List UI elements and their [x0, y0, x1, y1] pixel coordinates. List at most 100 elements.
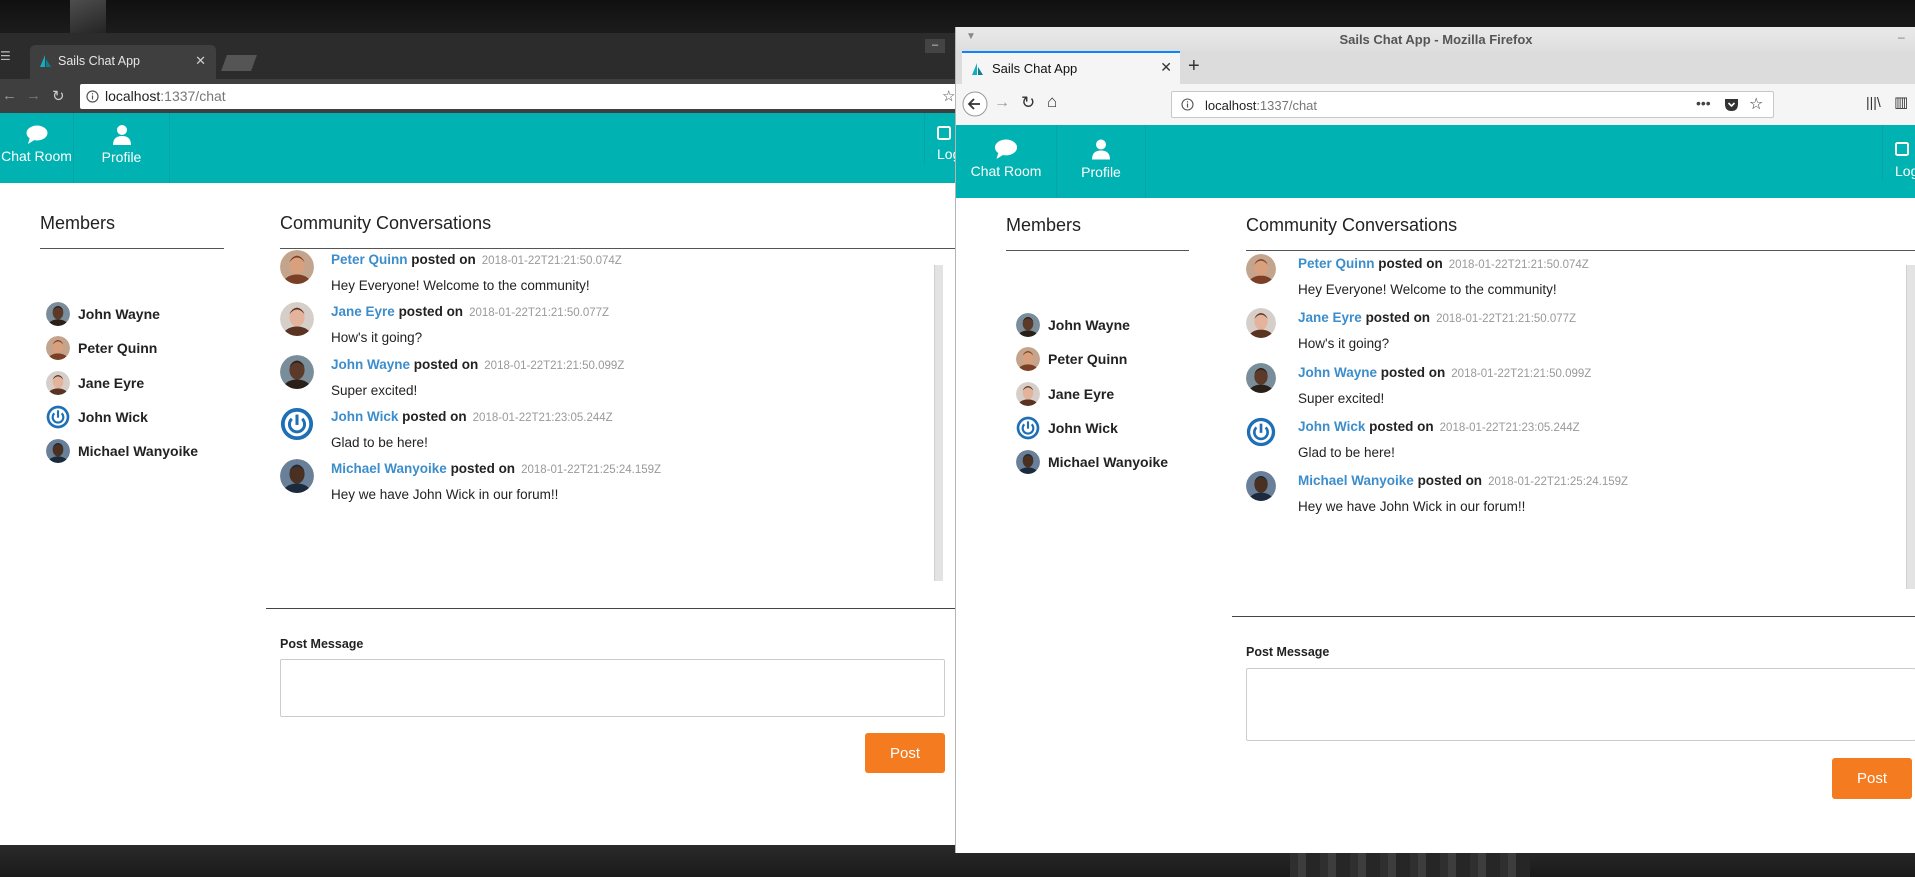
message-author-link[interactable]: Peter Quinn: [331, 252, 408, 267]
minimize-icon[interactable]: –: [925, 39, 945, 53]
message-author-link[interactable]: Peter Quinn: [1298, 256, 1375, 271]
member-item[interactable]: Jane Eyre: [1016, 381, 1115, 406]
michael-wanyoike-avatar: [280, 459, 314, 494]
post-message-input[interactable]: [280, 659, 945, 717]
minimize-icon[interactable]: –: [1898, 30, 1905, 44]
firefox-window: ▼ Sails Chat App - Mozilla Firefox – Sai…: [955, 27, 1915, 853]
message-avatar: [1246, 362, 1276, 398]
page-actions-icon[interactable]: •••: [1696, 95, 1711, 111]
back-arrow-icon[interactable]: [962, 91, 988, 117]
member-name: Peter Quinn: [78, 340, 158, 357]
chrome-tab-title: Sails Chat App: [58, 54, 140, 68]
post-button[interactable]: Post: [1832, 758, 1912, 799]
message-author-link[interactable]: John Wayne: [1298, 365, 1377, 380]
posted-on-label: posted on: [1365, 310, 1431, 326]
message-timestamp: 2018-01-22T21:21:50.099Z: [484, 359, 625, 372]
member-item[interactable]: John Wick: [46, 405, 148, 429]
firefox-tab-title: Sails Chat App: [992, 61, 1078, 76]
conversations-title: Community Conversations: [1246, 215, 1458, 235]
john-wayne-avatar: [46, 302, 70, 326]
message-author-link[interactable]: John Wick: [1298, 419, 1365, 434]
logout-icon: [937, 126, 951, 140]
nav-profile[interactable]: Profile: [1057, 125, 1146, 198]
message-author-link[interactable]: John Wayne: [331, 357, 410, 372]
message-author-link[interactable]: Jane Eyre: [331, 304, 395, 319]
member-name: Jane Eyre: [78, 374, 145, 391]
message-author-link[interactable]: Michael Wanyoike: [1298, 473, 1414, 488]
jane-eyre-avatar: [1246, 308, 1276, 339]
chrome-menu-icon[interactable]: ☰: [0, 49, 11, 63]
john-wayne-avatar: [280, 354, 314, 389]
member-item[interactable]: Peter Quinn: [1016, 347, 1127, 372]
messages-scrollbar[interactable]: [934, 265, 943, 581]
message-header: John Wayne posted on 2018-01-22T21:21:50.…: [1298, 365, 1591, 380]
back-arrow-icon[interactable]: ←: [2, 87, 17, 104]
message-avatar: [280, 407, 314, 446]
nav-logout[interactable]: Log: [1882, 125, 1915, 181]
message-timestamp: 2018-01-22T21:21:50.099Z: [1451, 367, 1592, 380]
messages-bottom-divider: [266, 608, 955, 609]
jane-eyre-avatar: [1016, 381, 1040, 406]
message-text: Glad to be here!: [331, 434, 428, 450]
jane-eyre-avatar: [46, 370, 70, 395]
nav-profile[interactable]: Profile: [74, 113, 170, 183]
posted-on-label: posted on: [1378, 256, 1443, 271]
message-author-link[interactable]: Michael Wanyoike: [331, 461, 447, 476]
member-item[interactable]: Michael Wanyoike: [46, 439, 199, 464]
post-message-input[interactable]: [1246, 668, 1915, 741]
member-name: John Wick: [1048, 419, 1118, 436]
bookmark-star-icon[interactable]: ☆: [942, 87, 955, 105]
nav-chat-room[interactable]: Chat Room: [956, 125, 1057, 198]
bookmark-star-icon[interactable]: ☆: [1749, 94, 1763, 114]
member-name: John Wayne: [78, 306, 160, 322]
close-icon[interactable]: ✕: [195, 53, 206, 69]
message-author-link[interactable]: Jane Eyre: [1298, 310, 1362, 325]
new-tab-button[interactable]: +: [1188, 55, 1200, 78]
message-header: Peter Quinn posted on 2018-01-22T21:21:50…: [331, 252, 622, 267]
posted-on-label: posted on: [1369, 418, 1434, 434]
message-avatar: [1246, 308, 1276, 343]
member-name: Michael Wanyoike: [78, 443, 199, 460]
message-header: Peter Quinn posted on 2018-01-22T21:21:50…: [1298, 256, 1589, 271]
chrome-tab[interactable]: Sails Chat App ✕: [30, 45, 216, 79]
member-name: Jane Eyre: [1048, 385, 1115, 402]
peter-quinn-avatar: [1016, 347, 1040, 372]
member-item[interactable]: John Wick: [1016, 416, 1118, 440]
message-avatar: [1246, 254, 1276, 289]
nav-chat-room[interactable]: Chat Room: [0, 113, 74, 183]
pocket-icon[interactable]: [1724, 98, 1739, 112]
close-icon[interactable]: ✕: [1160, 59, 1172, 76]
messages-scrollbar[interactable]: [1906, 265, 1915, 589]
sidebar-icon[interactable]: ▥: [1894, 93, 1908, 111]
message-author-link[interactable]: John Wick: [331, 409, 398, 424]
firefox-tab[interactable]: Sails Chat App ✕: [962, 51, 1180, 84]
forward-arrow-icon[interactable]: →: [994, 94, 1010, 112]
reload-icon[interactable]: ↻: [1021, 93, 1035, 113]
firefox-url: localhost:1337/chat: [1205, 98, 1318, 113]
firefox-address-bar[interactable]: localhost:1337/chat ••• ☆: [1171, 91, 1774, 118]
message-text: Super excited!: [1298, 390, 1385, 406]
conversations-divider: [280, 248, 955, 249]
post-button[interactable]: Post: [865, 733, 945, 773]
member-item[interactable]: Michael Wanyoike: [1016, 450, 1168, 475]
message-text: Super excited!: [331, 382, 418, 398]
home-icon[interactable]: ⌂: [1047, 92, 1057, 112]
forward-arrow-icon[interactable]: →: [26, 87, 41, 104]
chrome-address-bar[interactable]: localhost:1337/chat ☆: [80, 84, 955, 109]
member-item[interactable]: John Wayne: [46, 302, 160, 326]
michael-wanyoike-avatar: [1016, 450, 1040, 475]
member-item[interactable]: Jane Eyre: [46, 370, 145, 395]
member-item[interactable]: Peter Quinn: [46, 336, 158, 361]
info-icon: [1181, 98, 1194, 111]
member-item[interactable]: John Wayne: [1016, 313, 1130, 337]
chrome-url: localhost:1337/chat: [105, 88, 226, 104]
reload-icon[interactable]: ↻: [52, 87, 65, 105]
sails-logo-icon: [972, 63, 983, 75]
library-icon[interactable]: |||\: [1866, 94, 1881, 110]
message-text: How's it going?: [331, 330, 423, 346]
nav-logout[interactable]: Log: [924, 113, 955, 164]
message-header: John Wick posted on 2018-01-22T21:23:05.2…: [1298, 419, 1580, 434]
messages-bottom-divider: [1232, 616, 1915, 617]
new-tab-button[interactable]: [221, 55, 257, 71]
message-avatar: [280, 302, 314, 341]
